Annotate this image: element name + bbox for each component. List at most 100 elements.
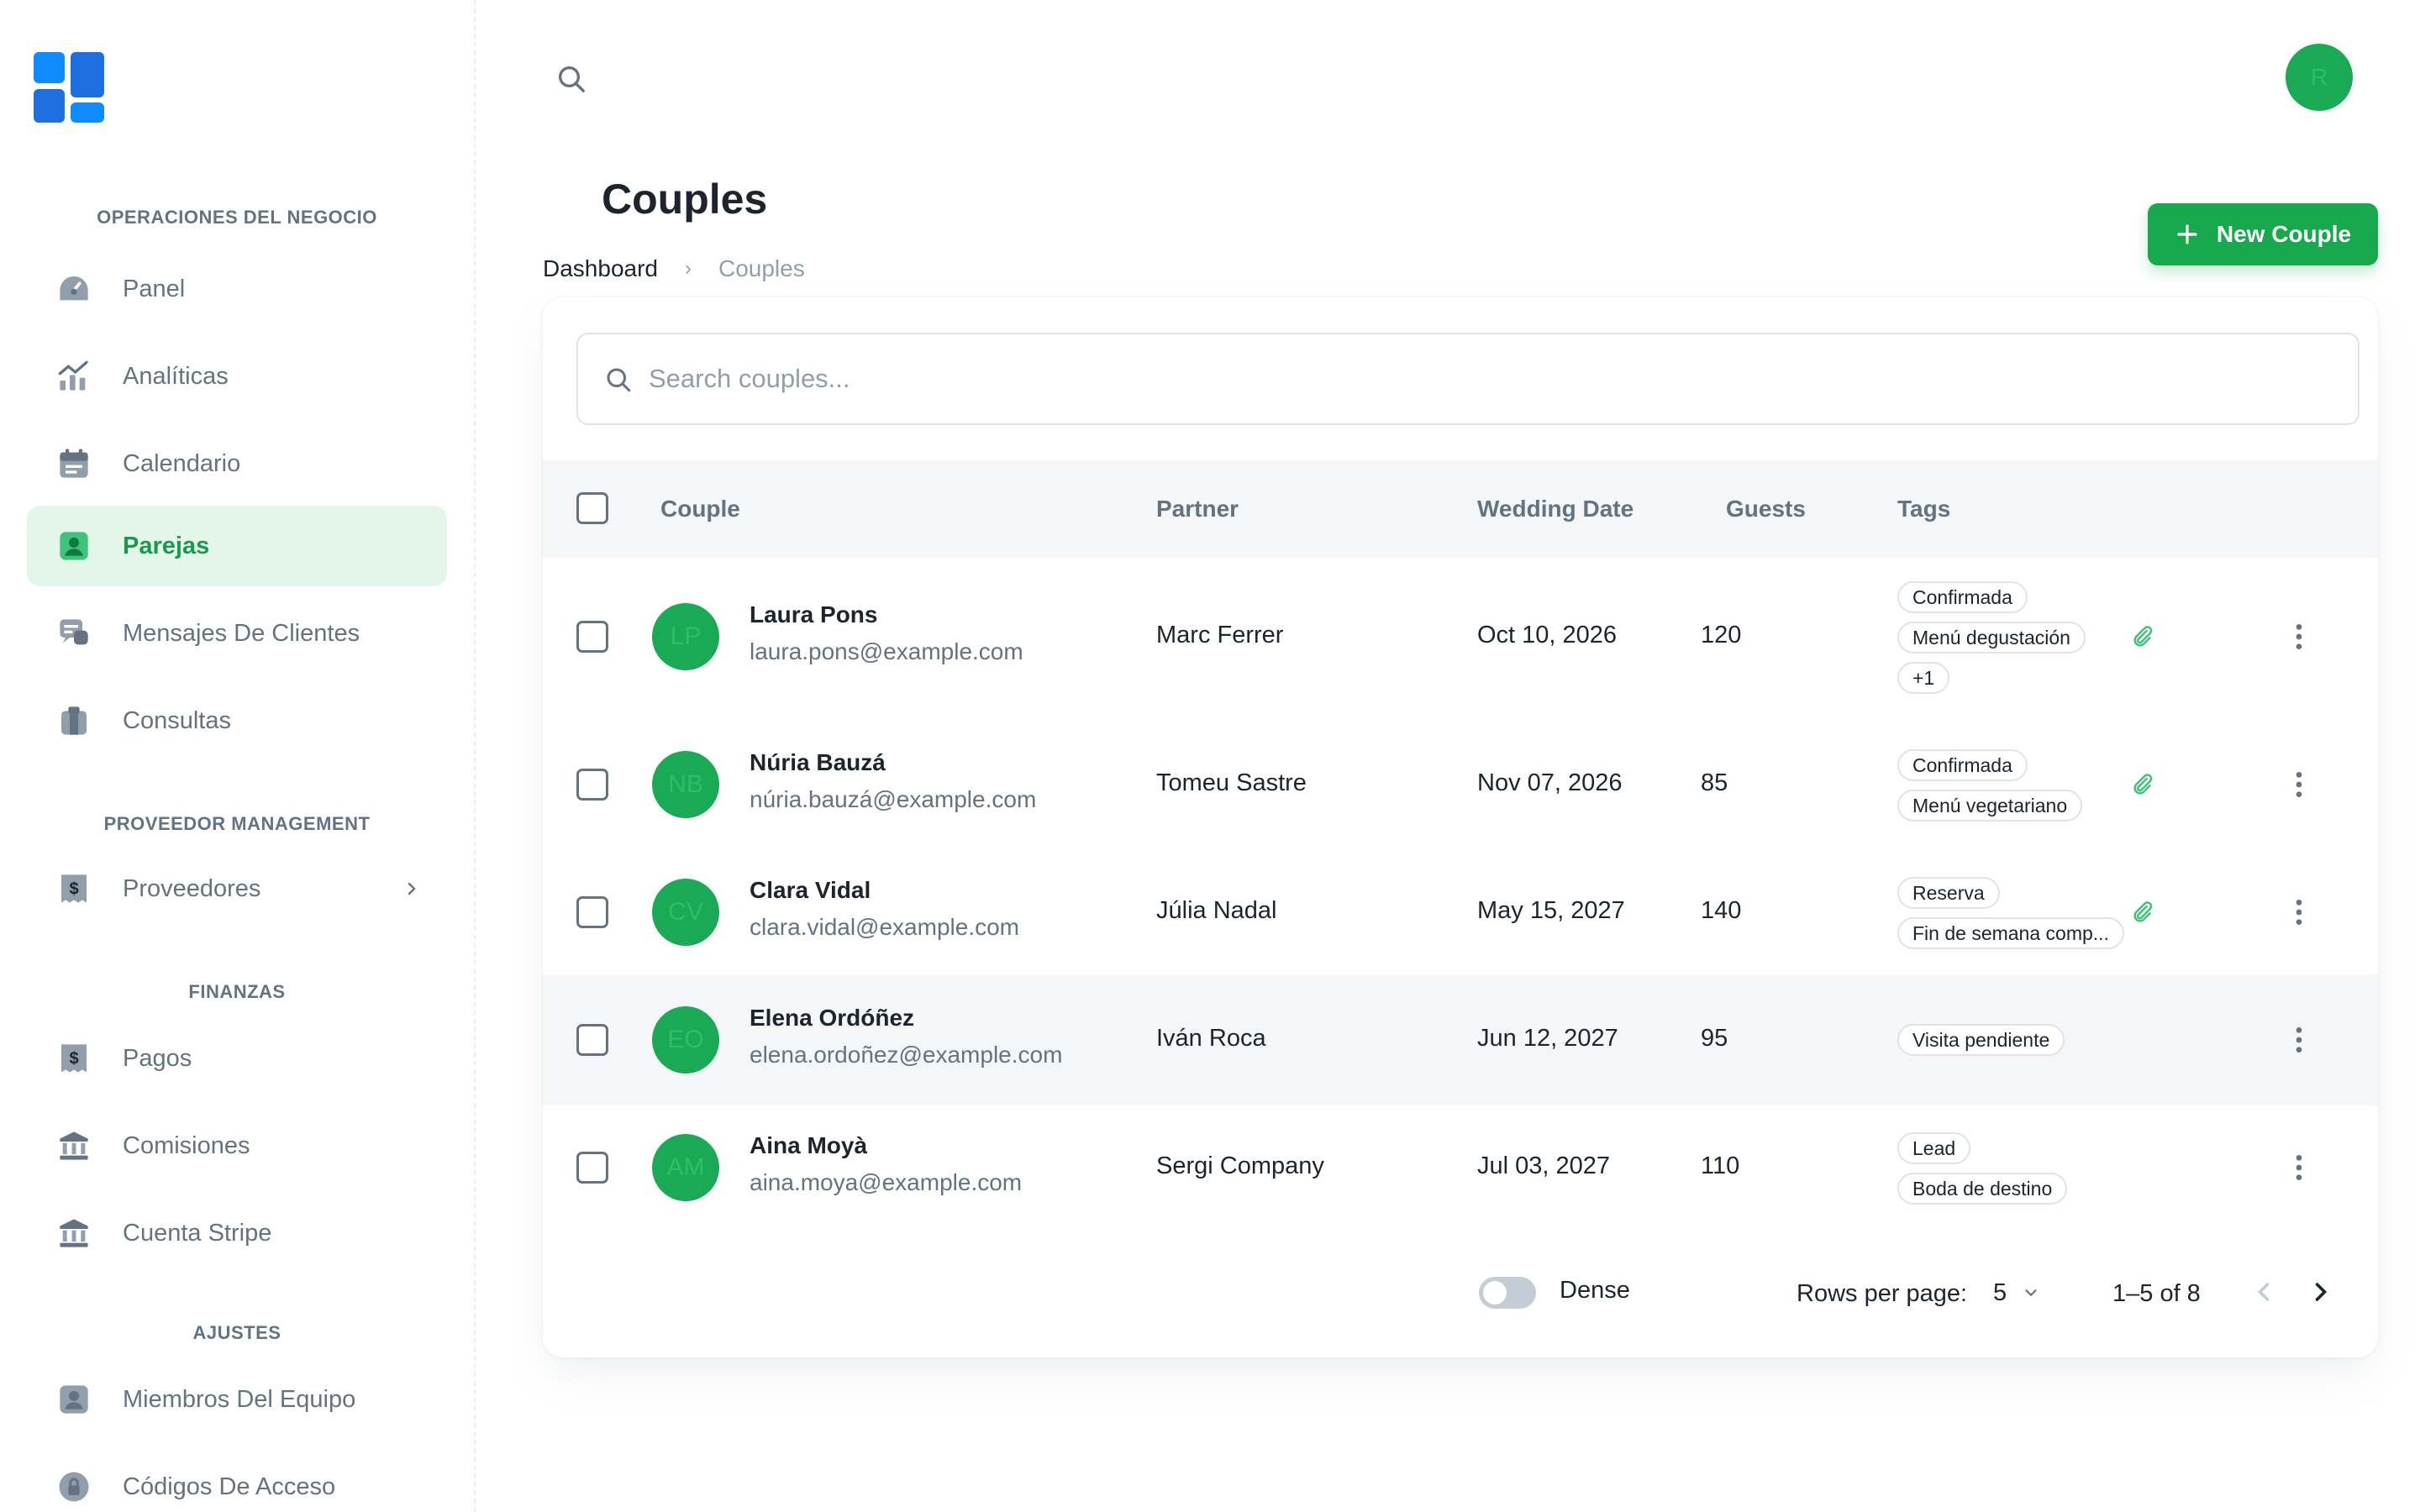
paperclip-icon[interactable]	[2129, 624, 2154, 649]
tag-chip: +1	[1897, 662, 1950, 694]
couple-email: aina.moya@example.com	[750, 1169, 1023, 1195]
column-header-guests[interactable]: Guests	[1726, 496, 1806, 522]
row-checkbox[interactable]	[576, 1152, 608, 1184]
row-checkbox[interactable]	[576, 1024, 608, 1056]
wedding-date: Oct 10, 2026	[1477, 622, 1618, 648]
toggle-knob	[1483, 1281, 1507, 1305]
table-row[interactable]: EO Elena Ordóñez elena.ordoñez@example.c…	[543, 974, 2378, 1105]
dense-toggle[interactable]	[1479, 1277, 1536, 1309]
new-couple-label: New Couple	[2216, 221, 2352, 247]
column-header-tags[interactable]: Tags	[1897, 496, 1950, 522]
tag-chip: Confirmada	[1897, 581, 2028, 613]
bank-icon	[60, 1219, 88, 1247]
column-header-partner[interactable]: Partner	[1156, 496, 1239, 522]
chevron-right-icon	[408, 882, 416, 895]
tag-chip: Menú vegetariano	[1897, 790, 2083, 822]
sidebar-item-miembros[interactable]: Miembros Del Equipo	[27, 1359, 447, 1440]
sidebar-item-proveedores[interactable]: $ Proveedores	[27, 848, 447, 929]
couple-email: laura.pons@example.com	[750, 638, 1023, 664]
chevron-right-icon[interactable]	[2306, 1277, 2336, 1307]
couple-name: Clara Vidal	[750, 877, 871, 903]
rows-per-page-select[interactable]: 5	[1993, 1273, 2060, 1312]
wedding-date: Nov 07, 2026	[1477, 769, 1623, 796]
sidebar-item-codigos[interactable]: Códigos De Acceso	[27, 1446, 447, 1512]
select-all-checkbox[interactable]	[576, 492, 608, 524]
section-title-ajustes: AJUSTES	[192, 1322, 281, 1343]
lock-icon	[59, 1472, 89, 1502]
chat-icon	[60, 619, 88, 645]
analytics-icon	[58, 360, 88, 391]
user-icon	[60, 1385, 88, 1414]
app-logo[interactable]	[34, 52, 104, 123]
partner-name: Iván Roca	[1156, 1025, 1266, 1052]
row-checkbox[interactable]	[576, 769, 608, 801]
sidebar-item-label: Calendario	[123, 449, 241, 477]
sidebar-item-label: Analíticas	[123, 362, 229, 390]
paperclip-icon[interactable]	[2129, 900, 2154, 925]
svg-text:$: $	[69, 880, 78, 899]
more-vertical-icon[interactable]	[2282, 620, 2316, 654]
chevron-left-icon[interactable]	[2249, 1277, 2279, 1307]
rows-per-page-label: Rows per page:	[1797, 1280, 1968, 1307]
couple-name: Núria Bauzá	[750, 749, 886, 775]
table-row[interactable]: LP Laura Pons laura.pons@example.com Mar…	[543, 558, 2378, 716]
sidebar-item-label: Consultas	[123, 706, 231, 734]
sidebar-item-pagos[interactable]: $ Pagos	[27, 1018, 447, 1099]
sidebar-item-analiticas[interactable]: Analíticas	[27, 336, 447, 417]
tag-chip: Reserva	[1897, 877, 2000, 909]
column-header-couple[interactable]: Couple	[660, 496, 740, 522]
section-title-proveedor: PROVEEDOR MANAGEMENT	[103, 813, 371, 834]
sidebar-item-mensajes[interactable]: Mensajes De Clientes	[27, 593, 447, 674]
table-header: Couple Partner Wedding Date Guests Tags	[543, 460, 2378, 558]
dense-label: Dense	[1560, 1277, 1630, 1304]
couple-name: Elena Ordóñez	[750, 1005, 915, 1031]
tag-chip: Lead	[1897, 1132, 1971, 1164]
sidebar-item-calendario[interactable]: Calendario	[27, 423, 447, 504]
partner-name: Sergi Company	[1156, 1152, 1324, 1179]
more-vertical-icon[interactable]	[2282, 1023, 2316, 1057]
bank-icon	[60, 1131, 88, 1160]
guest-count: 110	[1701, 1152, 1740, 1179]
sidebar-item-parejas[interactable]: Parejas	[27, 506, 447, 586]
user-avatar[interactable]: R	[2286, 44, 2353, 111]
guest-count: 140	[1701, 897, 1742, 924]
breadcrumb: Dashboard › Couples	[543, 255, 805, 282]
row-checkbox[interactable]	[576, 621, 608, 653]
avatar: NB	[652, 751, 719, 818]
section-title-finanzas: FINANZAS	[188, 981, 286, 1002]
sidebar-item-panel[interactable]: Panel	[27, 249, 447, 329]
avatar: EO	[652, 1006, 719, 1074]
row-checkbox[interactable]	[576, 896, 608, 928]
sidebar-item-consultas[interactable]: Consultas	[27, 680, 447, 761]
sidebar-item-label: Comisiones	[123, 1131, 250, 1159]
column-header-wedding-date[interactable]: Wedding Date	[1477, 496, 1634, 522]
table-row[interactable]: CV Clara Vidal clara.vidal@example.com J…	[543, 853, 2378, 971]
paperclip-icon[interactable]	[2129, 772, 2154, 797]
sidebar-item-label: Panel	[123, 275, 186, 302]
couple-email: clara.vidal@example.com	[750, 914, 1019, 940]
new-couple-button[interactable]: New Couple	[2148, 203, 2378, 265]
search-icon[interactable]	[555, 62, 588, 96]
sidebar-item-label: Pagos	[123, 1044, 192, 1072]
table-row[interactable]: NB Núria Bauzá núria.bauzá@example.com T…	[543, 716, 2378, 853]
couples-card: Couple Partner Wedding Date Guests Tags …	[543, 297, 2378, 1357]
section-title-operaciones: OPERACIONES DEL NEGOCIO	[97, 207, 377, 228]
sidebar-item-comisiones[interactable]: Comisiones	[27, 1105, 447, 1186]
breadcrumb-dashboard[interactable]: Dashboard	[543, 255, 658, 282]
search-input[interactable]	[649, 334, 2329, 423]
table-row[interactable]: AM Aina Moyà aina.moya@example.com Sergi…	[543, 1105, 2378, 1230]
sidebar-item-label: Cuenta Stripe	[123, 1219, 272, 1247]
calendar-icon	[60, 449, 88, 478]
sidebar-item-cuenta-stripe[interactable]: Cuenta Stripe	[27, 1193, 447, 1273]
sidebar-item-label: Parejas	[123, 532, 210, 559]
partner-name: Júlia Nadal	[1156, 897, 1277, 924]
more-vertical-icon[interactable]	[2282, 768, 2316, 801]
sidebar-item-label: Miembros Del Equipo	[123, 1385, 356, 1413]
couple-email: elena.ordoñez@example.com	[750, 1042, 1063, 1068]
wedding-date: Jun 12, 2027	[1477, 1025, 1618, 1052]
more-vertical-icon[interactable]	[2282, 1151, 2316, 1184]
search-field[interactable]	[576, 333, 2360, 425]
couple-name: Aina Moyà	[750, 1132, 868, 1158]
more-vertical-icon[interactable]	[2282, 895, 2316, 929]
sidebar-item-label: Códigos De Acceso	[123, 1473, 336, 1500]
